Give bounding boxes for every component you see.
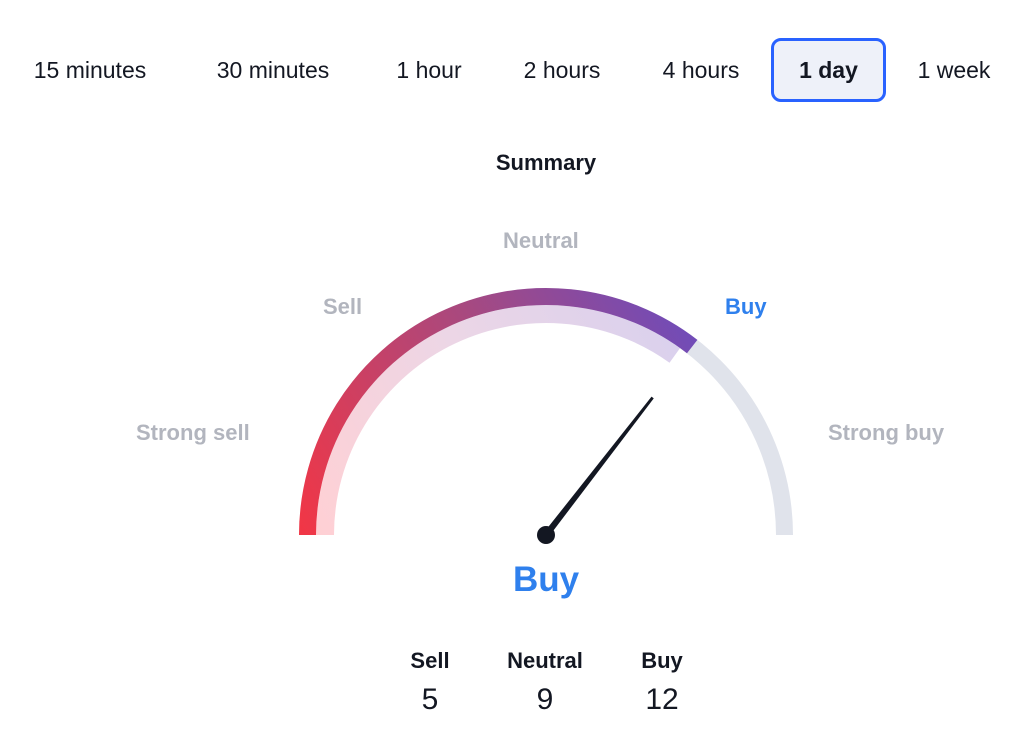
count-neutral-value: 9 xyxy=(536,683,554,716)
count-neutral: Neutral 9 xyxy=(485,646,605,724)
count-buy-label: Buy xyxy=(641,648,683,673)
summary-verdict: Buy xyxy=(512,560,580,599)
count-buy-value: 12 xyxy=(645,683,679,716)
count-sell-value: 5 xyxy=(421,683,439,716)
count-sell-label: Sell xyxy=(410,648,450,673)
count-buy: Buy 12 xyxy=(602,646,722,724)
gauge-inner-fill xyxy=(316,305,681,536)
count-sell: Sell 5 xyxy=(370,646,490,724)
count-neutral-label: Neutral xyxy=(507,648,583,673)
gauge-needle-hub xyxy=(537,526,555,544)
summary-gauge xyxy=(299,288,793,544)
gauge-track xyxy=(299,288,793,536)
gauge-needle xyxy=(543,396,654,537)
signal-counts: Sell 5 Neutral 9 Buy 12 xyxy=(0,646,1024,726)
